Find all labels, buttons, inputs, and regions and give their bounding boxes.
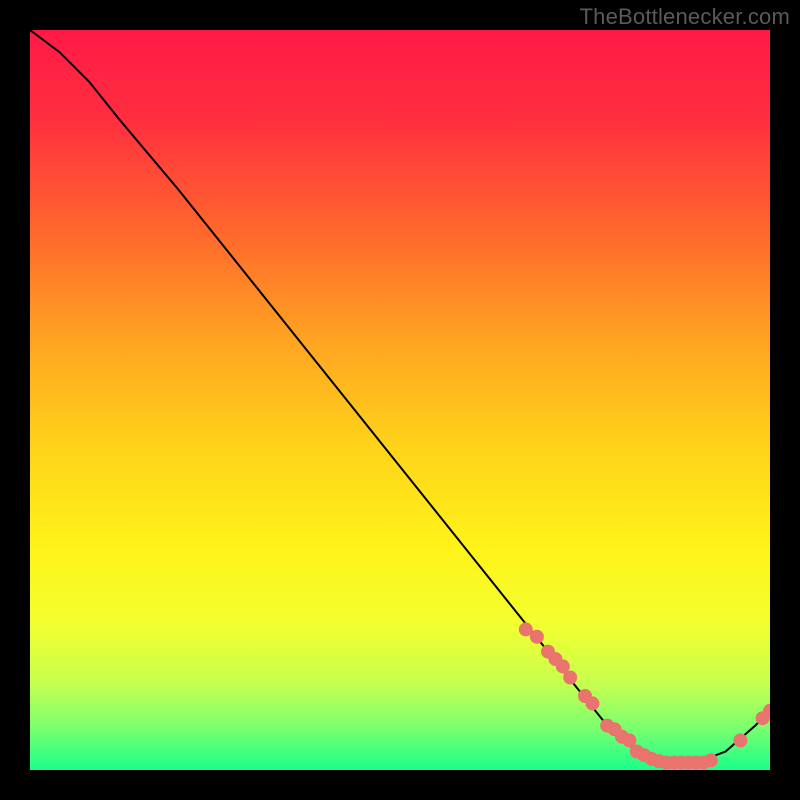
chart-svg: [30, 30, 770, 770]
data-marker: [585, 696, 599, 710]
data-marker: [563, 671, 577, 685]
attribution-label: TheBottlenecker.com: [580, 4, 790, 30]
data-marker: [530, 630, 544, 644]
chart-frame: TheBottlenecker.com: [0, 0, 800, 800]
data-marker: [733, 733, 747, 747]
line-chart: [30, 30, 770, 770]
data-marker: [704, 753, 718, 767]
